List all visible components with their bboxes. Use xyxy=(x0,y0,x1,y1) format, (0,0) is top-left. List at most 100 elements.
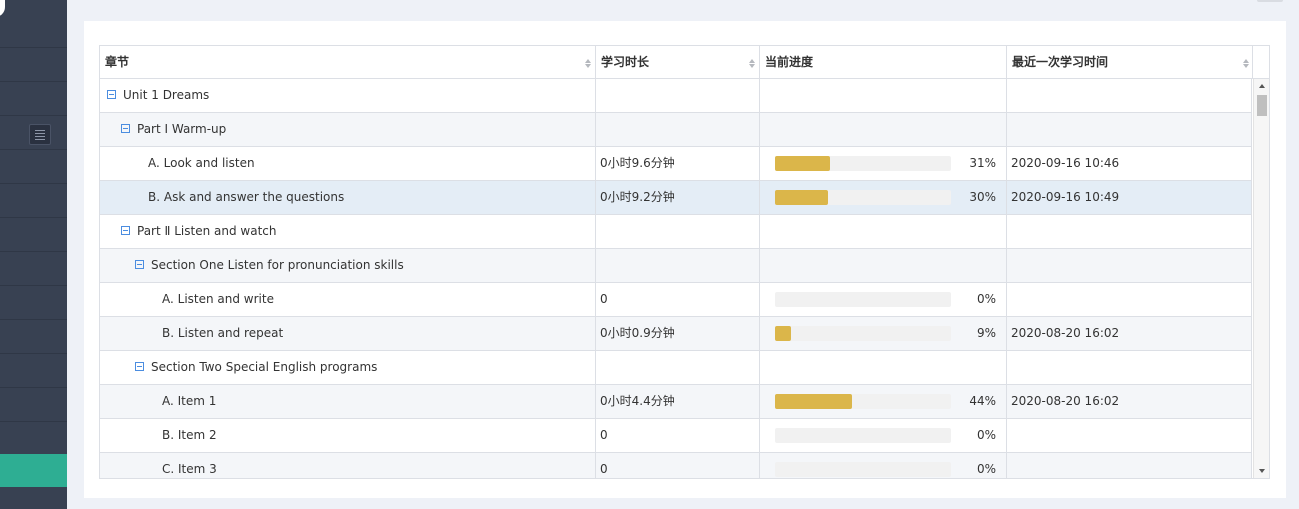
table-row[interactable]: A. Item 1 0小时4.4分钟 44% 2020-08-20 16:02 xyxy=(100,385,1252,419)
sidebar-item[interactable] xyxy=(0,286,67,320)
cell-duration xyxy=(596,79,760,112)
chapter-title: C. Item 3 xyxy=(162,462,217,476)
progress-percent: 0% xyxy=(976,292,996,306)
cell-duration: 0小时0.9分钟 xyxy=(596,317,760,350)
cell-chapter: C. Item 3 xyxy=(100,453,596,478)
table-row[interactable]: Part Ⅰ Warm-up xyxy=(100,113,1252,147)
sidebar-item[interactable] xyxy=(0,354,67,388)
cell-chapter: B. Ask and answer the questions xyxy=(100,181,596,214)
cell-duration: 0小时9.6分钟 xyxy=(596,147,760,180)
cell-progress: 30% xyxy=(760,181,1007,214)
progress-percent: 31% xyxy=(969,156,996,170)
sidebar-item[interactable] xyxy=(0,48,67,82)
cell-progress: 31% xyxy=(760,147,1007,180)
sidebar-item[interactable] xyxy=(0,388,67,422)
chapter-title: Section Two Special English programs xyxy=(151,360,378,374)
table-row[interactable]: B. Item 2 0 0% xyxy=(100,419,1252,453)
table-header: 章节 学习时长 当前进度 最近一次学习时间 xyxy=(100,46,1269,79)
cell-last-study-time: 2020-09-16 10:49 xyxy=(1007,181,1252,214)
table-row[interactable]: Section One Listen for pronunciation ski… xyxy=(100,249,1252,283)
column-header-last-study[interactable]: 最近一次学习时间 xyxy=(1007,46,1253,79)
cell-duration xyxy=(596,215,760,248)
cell-chapter: B. Item 2 xyxy=(100,419,596,452)
chapter-title: B. Listen and repeat xyxy=(162,326,284,340)
cell-progress xyxy=(760,351,1007,384)
sidebar-item[interactable] xyxy=(0,184,67,218)
chapter-title: Part Ⅱ Listen and watch xyxy=(137,224,277,238)
sidebar xyxy=(0,0,67,509)
progress-bar xyxy=(775,394,951,409)
minus-square-icon[interactable] xyxy=(107,90,116,99)
cell-chapter: Part Ⅰ Warm-up xyxy=(100,113,596,146)
cell-last-study-time xyxy=(1007,453,1252,478)
table-row[interactable]: A. Listen and write 0 0% xyxy=(100,283,1252,317)
cell-last-study-time xyxy=(1007,79,1252,112)
cell-progress: 0% xyxy=(760,419,1007,452)
vertical-scrollbar[interactable] xyxy=(1253,79,1269,478)
cell-duration xyxy=(596,351,760,384)
cell-last-study-time: 2020-08-20 16:02 xyxy=(1007,317,1252,350)
cell-progress xyxy=(760,79,1007,112)
progress-bar xyxy=(775,428,951,443)
table-row[interactable]: B. Listen and repeat 0小时0.9分钟 9% 2020-08-20… xyxy=(100,317,1252,351)
sidebar-item[interactable] xyxy=(0,422,67,456)
scroll-up-icon[interactable] xyxy=(1259,84,1265,88)
progress-bar xyxy=(775,156,951,171)
cell-chapter: Part Ⅱ Listen and watch xyxy=(100,215,596,248)
chapter-title: Section One Listen for pronunciation ski… xyxy=(151,258,404,272)
progress-bar xyxy=(775,292,951,307)
cell-last-study-time xyxy=(1007,283,1252,316)
minus-square-icon[interactable] xyxy=(135,362,144,371)
table-row[interactable]: A. Look and listen 0小时9.6分钟 31% 2020-09-16 … xyxy=(100,147,1252,181)
cell-last-study-time xyxy=(1007,249,1252,282)
table-row[interactable]: Unit 1 Dreams xyxy=(100,79,1252,113)
scroll-thumb[interactable] xyxy=(1257,95,1267,116)
cell-duration xyxy=(596,249,760,282)
cell-last-study-time: 2020-08-20 16:02 xyxy=(1007,385,1252,418)
sidebar-item[interactable] xyxy=(0,252,67,286)
sidebar-item[interactable] xyxy=(0,150,67,184)
table-row[interactable]: C. Item 3 0 0% xyxy=(100,453,1252,478)
sidebar-item[interactable] xyxy=(0,82,67,116)
minus-square-icon[interactable] xyxy=(135,260,144,269)
column-header-duration[interactable]: 学习时长 xyxy=(596,46,760,79)
progress-bar-fill xyxy=(775,326,791,341)
progress-bar xyxy=(775,190,951,205)
column-header-chapter[interactable]: 章节 xyxy=(100,46,596,79)
sort-arrows-icon[interactable] xyxy=(1243,59,1250,68)
table-row[interactable]: Part Ⅱ Listen and watch xyxy=(100,215,1252,249)
sidebar-item[interactable] xyxy=(0,218,67,252)
top-right-button[interactable] xyxy=(1257,0,1283,2)
cell-chapter: A. Listen and write xyxy=(100,283,596,316)
progress-percent: 9% xyxy=(976,326,996,340)
cell-duration: 0小时9.2分钟 xyxy=(596,181,760,214)
cell-duration: 0小时4.4分钟 xyxy=(596,385,760,418)
sidebar-item[interactable] xyxy=(0,320,67,354)
minus-square-icon[interactable] xyxy=(121,124,130,133)
column-header-label: 最近一次学习时间 xyxy=(1012,55,1109,69)
progress-bar xyxy=(775,462,951,477)
chapter-title: B. Ask and answer the questions xyxy=(148,190,345,204)
table-body: Unit 1 Dreams Part Ⅰ Warm-up A. Look and l… xyxy=(100,79,1252,478)
hamburger-menu-icon[interactable] xyxy=(29,124,51,145)
sort-arrows-icon[interactable] xyxy=(585,59,592,68)
chapter-title: A. Listen and write xyxy=(162,292,274,306)
chapter-title: Unit 1 Dreams xyxy=(123,88,210,102)
chapter-title: Part Ⅰ Warm-up xyxy=(137,122,227,136)
sidebar-item-active[interactable] xyxy=(0,454,67,487)
cell-duration: 0 xyxy=(596,283,760,316)
cell-chapter: Unit 1 Dreams xyxy=(100,79,596,112)
table-row[interactable]: B. Ask and answer the questions 0小时9.2分钟 3… xyxy=(100,181,1252,215)
cell-last-study-time xyxy=(1007,351,1252,384)
progress-percent: 44% xyxy=(969,394,996,408)
table-row[interactable]: Section Two Special English programs xyxy=(100,351,1252,385)
cell-last-study-time xyxy=(1007,215,1252,248)
cell-last-study-time: 2020-09-16 10:46 xyxy=(1007,147,1252,180)
scroll-down-icon[interactable] xyxy=(1259,469,1265,473)
sidebar-item[interactable] xyxy=(0,14,67,48)
cell-chapter: Section One Listen for pronunciation ski… xyxy=(100,249,596,282)
minus-square-icon[interactable] xyxy=(121,226,130,235)
sort-arrows-icon[interactable] xyxy=(749,59,756,68)
chapter-title: A. Look and listen xyxy=(148,156,255,170)
cell-last-study-time xyxy=(1007,113,1252,146)
